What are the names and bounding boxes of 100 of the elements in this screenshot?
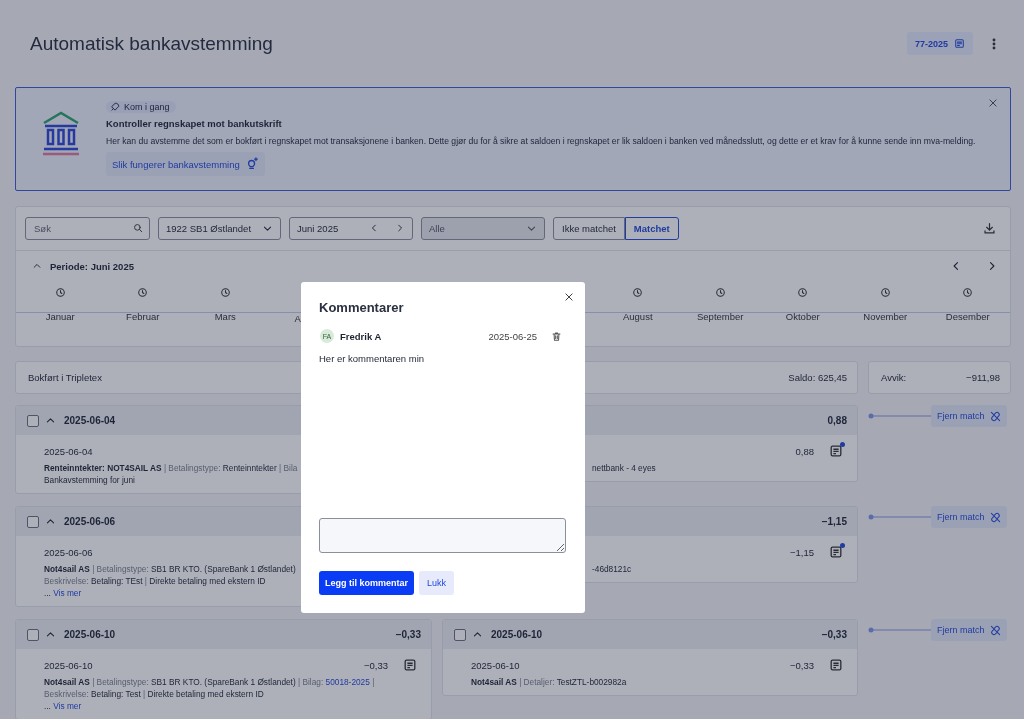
month-label[interactable]: Desember [945, 311, 990, 322]
entry-date: 2025-06-10 [471, 659, 520, 671]
month-label[interactable]: Januar [45, 311, 75, 322]
comment-date: 2025-06-25 [488, 330, 537, 342]
trash-icon [551, 330, 562, 342]
document-icon [954, 38, 965, 49]
filter-toggle[interactable]: Ikke matchet [553, 216, 625, 240]
clock-icon [219, 287, 231, 298]
clock-icon [137, 287, 149, 298]
detail-link[interactable]: 50018-2025 [325, 677, 370, 687]
transaction-details: Bankavstemming for juni [44, 474, 135, 486]
transaction-details: Not4sail AS | Betalingstype: SB1 BR KTO. (SpareBank 1 Østlandet) | Bilag: 50018-2025 | [44, 676, 375, 688]
close-icon [564, 292, 574, 302]
filter-toggle[interactable]: Matchet [624, 216, 679, 240]
month-label[interactable]: Februar [126, 311, 160, 322]
comment-author: Fredrik A [340, 330, 383, 342]
deviation-value: −911,98 [966, 372, 1000, 383]
month-label[interactable]: November [863, 311, 908, 322]
clock-icon [714, 287, 726, 298]
search-field[interactable]: Søk [25, 216, 150, 240]
row-checkbox[interactable] [27, 628, 39, 641]
page-title: Automatisk bankavstemming [30, 32, 274, 55]
row-checkbox[interactable] [454, 628, 466, 641]
unlink-icon [989, 624, 1001, 636]
group-date: 2025-06-10 [64, 629, 116, 640]
entry-amount: 0,88 [795, 445, 814, 457]
month-label[interactable]: Oktober [785, 311, 820, 322]
entry-date: 2025-06-04 [44, 445, 93, 457]
detail-link[interactable]: Vis mer [53, 588, 82, 598]
detail-link[interactable]: Vis mer [53, 701, 82, 711]
comment-icon[interactable] [829, 658, 843, 672]
group-amount: −0,33 [395, 629, 421, 640]
account-select[interactable]: 1922 SB1 Østlandet [158, 216, 281, 240]
how-it-works-button[interactable]: Slik fungerer bankavstemming [106, 152, 265, 176]
entry-date: 2025-06-06 [44, 546, 93, 558]
clock-icon [54, 287, 66, 298]
transaction-details: ... Vis mer [44, 700, 82, 712]
close-button[interactable]: Lukk [419, 571, 455, 595]
group-date: 2025-06-10 [491, 629, 543, 640]
banner-title: Kontroller regnskapet mot bankutskrift [106, 118, 282, 129]
transaction-details: Beskrivelse: Betaling: TEst | Direkte betaling med ekstern ID [44, 575, 266, 587]
entry-date: 2025-06-10 [44, 659, 93, 671]
month-label[interactable]: A [294, 313, 301, 324]
summary-label: Bokført i Tripletex [28, 372, 102, 383]
search-icon [133, 222, 143, 233]
close-icon [988, 98, 998, 108]
period-title: Periode: Juni 2025 [50, 260, 135, 272]
comment-input[interactable] [319, 518, 566, 553]
group-amount: 0,88 [827, 415, 847, 426]
unmatch-button[interactable]: Fjern match [931, 619, 1007, 641]
comment-icon[interactable] [403, 658, 417, 672]
comment-text: Her er kommentaren min [319, 353, 426, 364]
transaction-details: Not4sail AS | Detaljer: TestZTL-b002982a [471, 676, 627, 688]
month-label[interactable]: September [697, 311, 744, 322]
entry-amount: −1,15 [789, 546, 814, 558]
balance-text: Saldo: 625,45 [788, 372, 847, 383]
chevron-right-icon [395, 223, 405, 233]
unlink-icon [989, 511, 1001, 523]
deviation-label: Avvik: [881, 372, 907, 383]
group-amount: −1,15 [821, 516, 847, 527]
clock-icon [879, 287, 891, 298]
transaction-details: Not4sail AS | Betalingstype: SB1 BR KTO. (SpareBank 1 Østlandet) [44, 563, 296, 575]
clock-icon [962, 287, 974, 298]
group-amount: −0,33 [821, 629, 847, 640]
connector-line [868, 413, 931, 419]
add-comment-button[interactable]: Legg til kommentar [319, 571, 414, 595]
caret-icon [32, 261, 42, 271]
entry-amount: −0,33 [363, 659, 388, 671]
comment-icon[interactable] [829, 444, 843, 458]
caret-icon [45, 629, 56, 640]
unmatch-button[interactable]: Fjern match [931, 405, 1007, 427]
row-checkbox[interactable] [27, 515, 39, 528]
entry-amount: −0,33 [789, 659, 814, 671]
transaction-details: Renteinntekter: NOT4SAIL AS | Betalingstype: Renteinntekter | Bila [44, 462, 298, 474]
connector-line [868, 514, 931, 520]
month-label[interactable]: Mars [214, 311, 236, 322]
transaction-details: nettbank - 4 eyes [592, 462, 656, 474]
voucher-button[interactable]: 77-2025 [906, 32, 973, 55]
transaction-details: -46d8121c [592, 563, 632, 575]
clock-icon [797, 287, 809, 298]
banner-text: Her kan du avstemme det som er bokført i regnskapet mot transaksjonene i banken. Dette gjør du for å sikre at saldoen i regnskapet er lik saldoen i banken ved månedsslutt, og dette er et krav for å kunne sende inn mva-melding. [106, 136, 976, 146]
clock-icon [632, 287, 644, 298]
caret-icon [472, 629, 483, 640]
connector-line [868, 627, 931, 633]
group-date: 2025-06-04 [64, 415, 116, 426]
unmatch-button[interactable]: Fjern match [931, 506, 1007, 528]
caret-icon [45, 516, 56, 527]
chevron-left-icon [369, 223, 379, 233]
month-label[interactable]: August [622, 311, 653, 322]
bank-icon [40, 110, 82, 158]
transaction-details: Beskrivelse: Betaling: Test | Direkte betaling med ekstern ID [44, 688, 264, 700]
download-icon [983, 221, 996, 235]
row-checkbox[interactable] [27, 414, 39, 427]
comment-icon[interactable] [829, 545, 843, 559]
caret-icon [45, 415, 56, 426]
group-date: 2025-06-06 [64, 516, 116, 527]
period-picker[interactable]: Juni 2025 [289, 216, 413, 240]
dialog-title: Kommentarer [319, 300, 405, 315]
unlink-icon [989, 410, 1001, 422]
transaction-details: ... Vis mer [44, 587, 82, 599]
